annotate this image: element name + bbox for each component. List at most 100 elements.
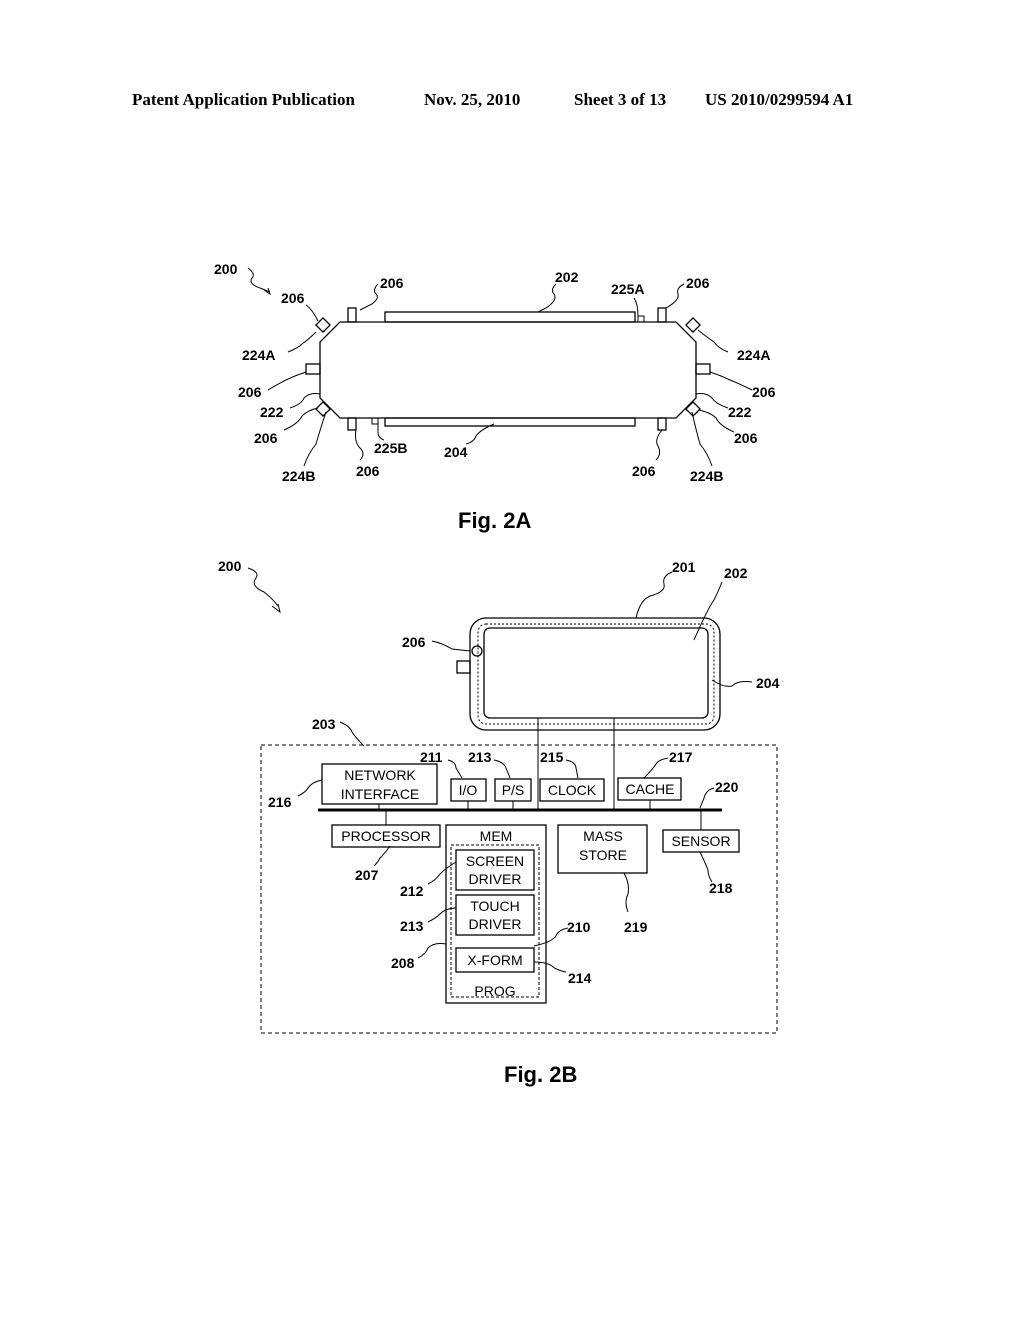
ref-213: 213 [400,918,424,934]
ref-213: 213 [468,749,492,765]
leader-211 [447,759,463,779]
top-display [384,311,636,323]
leader-206 [431,640,471,652]
ref-220: 220 [715,779,739,795]
button-206-left [305,363,321,375]
ref-203: 203 [312,716,336,732]
ref-201: 201 [672,559,696,575]
ref-224b: 224B [690,468,723,484]
ref-204: 204 [444,444,468,460]
patent-figures: 200 206 206 202 225A 206 224A 224A 206 2… [214,261,780,1087]
touch-driver-label: DRIVER [469,916,522,932]
ref-212: 212 [400,883,424,899]
ref-219: 219 [624,919,648,935]
ref-224a: 224A [737,347,770,363]
leader-217 [643,757,669,779]
leader-206 [655,429,663,461]
leader-216 [297,779,323,797]
ref-225b: 225B [374,440,407,456]
side-button [456,660,471,674]
leader-224a [697,329,729,353]
ref-206: 206 [632,463,656,479]
button-206-bottom-left [347,417,357,431]
clock-label: CLOCK [548,782,597,798]
leader-208 [417,943,447,959]
ref-225a: 225A [611,281,644,297]
device-housing [469,617,721,731]
button-206-corner-tr [685,317,701,333]
ref-206: 206 [752,384,776,400]
ref-222: 222 [728,404,752,420]
leader-213 [427,907,457,923]
ref-214: 214 [568,970,592,986]
leader-218 [699,851,713,883]
leader-201 [635,571,673,619]
leader-204 [711,679,753,687]
leader-215 [565,759,579,779]
ps-label: P/S [502,782,525,798]
network-label: INTERFACE [341,786,420,802]
memory-block [445,824,547,1004]
leader-200 [247,267,271,293]
bottom-display [384,417,636,427]
leader-206 [709,371,753,391]
ref-206: 206 [380,275,404,291]
ref-204: 204 [756,675,780,691]
leader-224a [287,331,317,353]
leader-206 [267,371,307,391]
touch-interface [477,623,715,725]
ref-210: 210 [567,919,591,935]
ref-200: 200 [218,558,242,574]
button-206-top-left [347,307,357,323]
button-206 [471,645,483,657]
xform-label: X-FORM [467,952,522,968]
ref-206: 206 [238,384,262,400]
display-screen [483,627,709,719]
ref-206: 206 [254,430,278,446]
fig-2a: 200 206 206 202 225A 206 224A 224A 206 2… [214,261,776,533]
leader-207 [373,845,391,867]
fig-2b: NETWORK INTERFACE I/O P/S CLOCK CACHE PR… [218,558,780,1087]
leader-225b [377,424,385,441]
network-label: NETWORK [344,767,416,783]
ref-218: 218 [709,880,733,896]
leader-222 [695,393,729,409]
ref-206: 206 [402,634,426,650]
leader-200 [247,567,279,607]
caption-fig-2b: Fig. 2B [504,1062,577,1087]
button-206-bottom-right [657,417,667,431]
leader-202 [537,283,557,313]
cache-label: CACHE [625,781,674,797]
ref-224b: 224B [282,468,315,484]
ref-202: 202 [724,565,748,581]
ref-206: 206 [281,290,305,306]
leader-224b [303,411,327,467]
io-label: I/O [459,782,478,798]
mass-store-label: STORE [579,847,627,863]
leader-213 [493,759,511,779]
device-body [319,321,697,419]
ref-202: 202 [555,269,579,285]
ref-208: 208 [391,955,415,971]
leader-204 [465,423,495,445]
leader-222 [289,393,321,409]
leader-206 [355,429,364,461]
ref-224a: 224A [242,347,275,363]
mass-store-label: MASS [583,828,623,844]
processor-label: PROCESSOR [341,828,430,844]
button-206-top-right [657,307,667,323]
ref-206: 206 [734,430,758,446]
mem-label: MEM [480,828,513,844]
gap-marker-225b [371,417,379,425]
ref-217: 217 [669,749,693,765]
leader-219 [623,872,629,913]
ref-216: 216 [268,794,292,810]
sensor-label: SENSOR [671,833,730,849]
prog-label: PROG [474,983,515,999]
gap-marker-225a [637,315,645,323]
ref-206: 206 [686,275,710,291]
leader-212 [427,861,457,885]
leader-206 [359,283,379,311]
screen-driver-label: SCREEN [466,853,524,869]
button-206-corner-br [685,401,701,417]
